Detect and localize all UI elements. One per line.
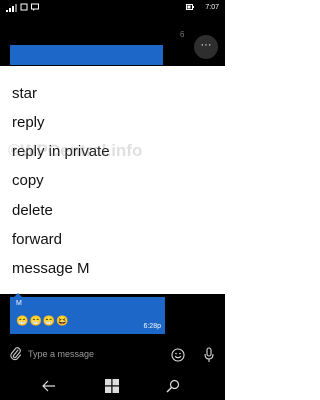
- phone-screen: 7:07 6 ··· star reply reply in private c…: [0, 0, 300, 400]
- message-time: 6:28p: [143, 323, 161, 330]
- smiley-icon[interactable]: [171, 348, 185, 362]
- message-bubble[interactable]: M 😁😁😁😆 6:28p: [10, 293, 165, 334]
- menu-item-forward[interactable]: forward: [12, 229, 62, 251]
- menu-item-copy[interactable]: copy: [12, 170, 44, 192]
- back-arrow-icon[interactable]: [42, 380, 56, 392]
- more-options-button[interactable]: ···: [194, 35, 218, 59]
- paperclip-icon[interactable]: [10, 347, 22, 361]
- bubble-tail: [12, 293, 24, 299]
- message-icon: [31, 3, 39, 11]
- search-icon[interactable]: [166, 379, 180, 393]
- menu-item-reply-in-private[interactable]: reply in private: [12, 141, 110, 163]
- conversation-header: 6 ···: [0, 16, 225, 66]
- windows-logo-icon[interactable]: [105, 379, 119, 393]
- network-icon: [20, 3, 28, 11]
- context-menu: star reply reply in private copy delete …: [0, 66, 225, 294]
- chat-area: M 😁😁😁😆 6:28p: [0, 293, 225, 336]
- message-input[interactable]: Type a message: [28, 349, 158, 359]
- message-emojis: 😁😁😁😆: [16, 316, 70, 327]
- navigation-bar: [0, 372, 225, 400]
- menu-item-message-m[interactable]: message M: [12, 258, 90, 280]
- message-sender: M: [16, 300, 22, 307]
- signal-icon: [6, 4, 18, 12]
- microphone-icon[interactable]: [203, 347, 215, 363]
- message-count: 6: [180, 30, 185, 39]
- status-bar: 7:07: [0, 0, 225, 16]
- menu-item-reply[interactable]: reply: [12, 112, 45, 134]
- menu-item-star[interactable]: star: [12, 83, 37, 105]
- battery-icon: [186, 3, 194, 11]
- selected-message-bar: [10, 45, 163, 65]
- status-time: 7:07: [205, 4, 219, 11]
- menu-item-delete[interactable]: delete: [12, 200, 53, 222]
- compose-bar: Type a message: [0, 336, 225, 372]
